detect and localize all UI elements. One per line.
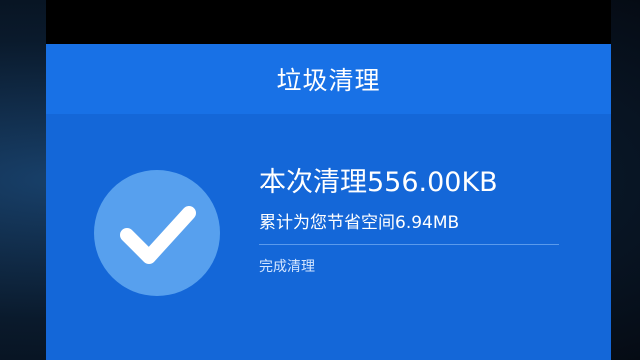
cleanup-status: 完成清理 [259, 259, 315, 275]
cleaned-size: 556.00KB [367, 167, 498, 198]
app-screen: 垃圾清理 本次清理556.00KB 累计为您节省空间6.94MB 完成清理 [46, 0, 611, 360]
status-bar [46, 0, 611, 44]
title-bar: 垃圾清理 [46, 44, 611, 114]
saved-label: 累计为您节省空间 [259, 213, 395, 233]
saved-size: 6.94MB [395, 213, 460, 233]
cleanup-info: 本次清理556.00KB 累计为您节省空间6.94MB 完成清理 [259, 164, 559, 277]
cleaned-label: 本次清理 [259, 167, 367, 198]
check-badge [94, 170, 220, 296]
saved-summary: 累计为您节省空间6.94MB [259, 210, 559, 236]
page-title: 垃圾清理 [276, 66, 381, 95]
divider [259, 244, 559, 245]
check-icon [120, 206, 196, 264]
cleanup-result-panel: 本次清理556.00KB 累计为您节省空间6.94MB 完成清理 [46, 114, 611, 360]
cleaned-summary: 本次清理556.00KB [259, 164, 559, 202]
